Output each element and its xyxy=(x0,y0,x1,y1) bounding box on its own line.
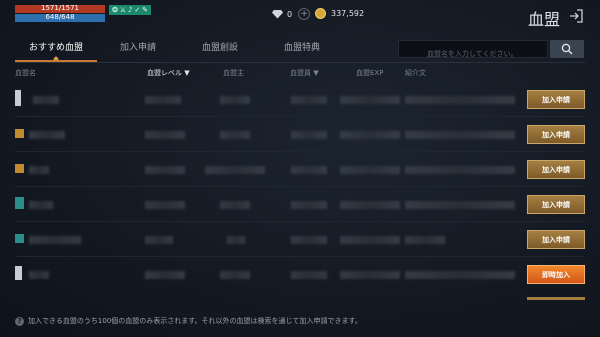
clan-level-blurred xyxy=(145,166,185,174)
buff-icon: ⚔ xyxy=(119,6,127,14)
clan-intro-blurred xyxy=(405,201,515,209)
buff-icons[interactable]: ❂ ⚔ ♪ ✓ ✎ xyxy=(109,5,151,15)
col-master[interactable]: 血盟主 xyxy=(223,68,244,78)
clan-emblem xyxy=(15,90,21,106)
clan-members-blurred xyxy=(291,271,327,279)
apply-button[interactable]: 加入申請 xyxy=(527,160,585,179)
search-box xyxy=(398,40,548,62)
clan-name-blurred xyxy=(33,96,59,104)
apply-button[interactable]: 加入申請 xyxy=(527,125,585,144)
clan-name-blurred xyxy=(29,201,53,209)
clan-intro-blurred xyxy=(405,166,515,174)
clan-level-blurred xyxy=(145,236,173,244)
tab-divider xyxy=(15,62,585,63)
footer-text: 加入できる血盟のうち100個の血盟のみ表示されます。それ以外の血盟は検索を通じて… xyxy=(28,317,362,325)
clan-row[interactable]: 加入申請 xyxy=(15,222,585,257)
clan-name-blurred xyxy=(29,271,49,279)
clan-intro-blurred xyxy=(405,131,515,139)
partial-apply-button[interactable] xyxy=(527,297,585,300)
clan-master-blurred xyxy=(227,236,245,244)
gold-currency: 337,592 xyxy=(315,8,364,19)
clan-exp-blurred xyxy=(340,166,400,174)
clan-members-blurred xyxy=(291,131,327,139)
buff-icon: ✓ xyxy=(134,6,141,14)
buff-icon: ♪ xyxy=(127,6,133,14)
clan-master-blurred xyxy=(220,96,250,104)
tab-bar: おすすめ血盟 加入申請 血盟創設 血盟特典 xyxy=(15,38,343,62)
clan-level-blurred xyxy=(145,271,185,279)
tab-recommended[interactable]: おすすめ血盟 xyxy=(15,38,97,62)
hp-value: 1571/1571 xyxy=(41,4,79,12)
hp-bar: 1571/1571 xyxy=(15,4,105,13)
col-level[interactable]: 血盟レベル ▼ xyxy=(147,68,190,78)
clan-level-blurred xyxy=(145,96,181,104)
player-status: 1571/1571 648/648 xyxy=(15,4,105,23)
clan-row[interactable]: 即時加入 xyxy=(15,257,585,292)
clan-members-blurred xyxy=(291,236,327,244)
gold-coin-icon xyxy=(315,8,326,19)
clan-exp-blurred xyxy=(340,236,400,244)
column-headers: 血盟名 血盟レベル ▼ 血盟主 血盟員 ▼ 血盟EXP 紹介文 xyxy=(0,68,600,80)
clan-intro-blurred xyxy=(405,96,515,104)
apply-button[interactable]: 加入申請 xyxy=(527,90,585,109)
clan-level-blurred xyxy=(145,201,185,209)
gold-count: 337,592 xyxy=(331,9,365,18)
info-icon: ? xyxy=(15,316,24,326)
clan-master-blurred xyxy=(220,271,250,279)
clan-emblem xyxy=(15,234,24,243)
page-title: 血盟 xyxy=(527,10,560,29)
col-intro[interactable]: 紹介文 xyxy=(405,68,426,78)
add-gems-button[interactable]: + xyxy=(298,8,311,20)
clan-emblem xyxy=(15,164,24,173)
clan-name-blurred xyxy=(29,131,65,139)
mp-value: 648/648 xyxy=(45,13,75,21)
apply-button[interactable]: 加入申請 xyxy=(527,230,585,249)
clan-name-blurred xyxy=(29,236,81,244)
clan-exp-blurred xyxy=(340,271,400,279)
clan-members-blurred xyxy=(291,96,327,104)
clan-exp-blurred xyxy=(340,96,400,104)
tab-applications[interactable]: 加入申請 xyxy=(97,38,179,62)
clan-master-blurred xyxy=(205,166,265,174)
mp-bar: 648/648 xyxy=(15,13,105,22)
apply-button[interactable]: 加入申請 xyxy=(527,195,585,214)
clan-row[interactable]: 加入申請 xyxy=(15,82,585,117)
tab-clan-benefits[interactable]: 血盟特典 xyxy=(261,38,343,62)
clan-members-blurred xyxy=(291,201,327,209)
search-input[interactable] xyxy=(399,46,547,62)
clan-intro-blurred xyxy=(405,236,445,244)
clan-row[interactable]: 加入申請 xyxy=(15,187,585,222)
col-exp[interactable]: 血盟EXP xyxy=(356,68,383,78)
tab-create-clan[interactable]: 血盟創設 xyxy=(179,38,261,62)
clan-level-blurred xyxy=(145,131,185,139)
col-name[interactable]: 血盟名 xyxy=(15,68,36,78)
clan-row[interactable]: 加入申請 xyxy=(15,152,585,187)
clan-master-blurred xyxy=(220,131,250,139)
exit-icon[interactable] xyxy=(568,8,584,24)
clan-master-blurred xyxy=(220,201,250,209)
clan-members-blurred xyxy=(291,166,327,174)
diamond-icon xyxy=(272,9,283,19)
clan-emblem xyxy=(15,266,22,280)
clan-row[interactable]: 加入申請 xyxy=(15,117,585,152)
search-icon xyxy=(561,43,573,55)
gem-count: 0 xyxy=(287,9,293,19)
clan-exp-blurred xyxy=(340,201,400,209)
instant-join-button[interactable]: 即時加入 xyxy=(527,265,585,284)
footer-note: ? 加入できる血盟のうち100個の血盟のみ表示されます。それ以外の血盟は検索を通… xyxy=(15,316,362,326)
buff-icon: ✎ xyxy=(142,6,149,14)
clan-list: 加入申請 加入申請 加入申請 加入申請 加入申請 即時加入 xyxy=(15,82,585,292)
clan-emblem xyxy=(15,129,24,138)
clan-intro-blurred xyxy=(405,271,515,279)
search-button[interactable] xyxy=(550,40,584,58)
clan-exp-blurred xyxy=(340,131,400,139)
gem-currency: 0 + xyxy=(272,8,311,20)
clan-name-blurred xyxy=(29,166,49,174)
col-members[interactable]: 血盟員 ▼ xyxy=(290,68,319,78)
clan-emblem xyxy=(15,197,24,209)
buff-icon: ❂ xyxy=(111,6,118,14)
